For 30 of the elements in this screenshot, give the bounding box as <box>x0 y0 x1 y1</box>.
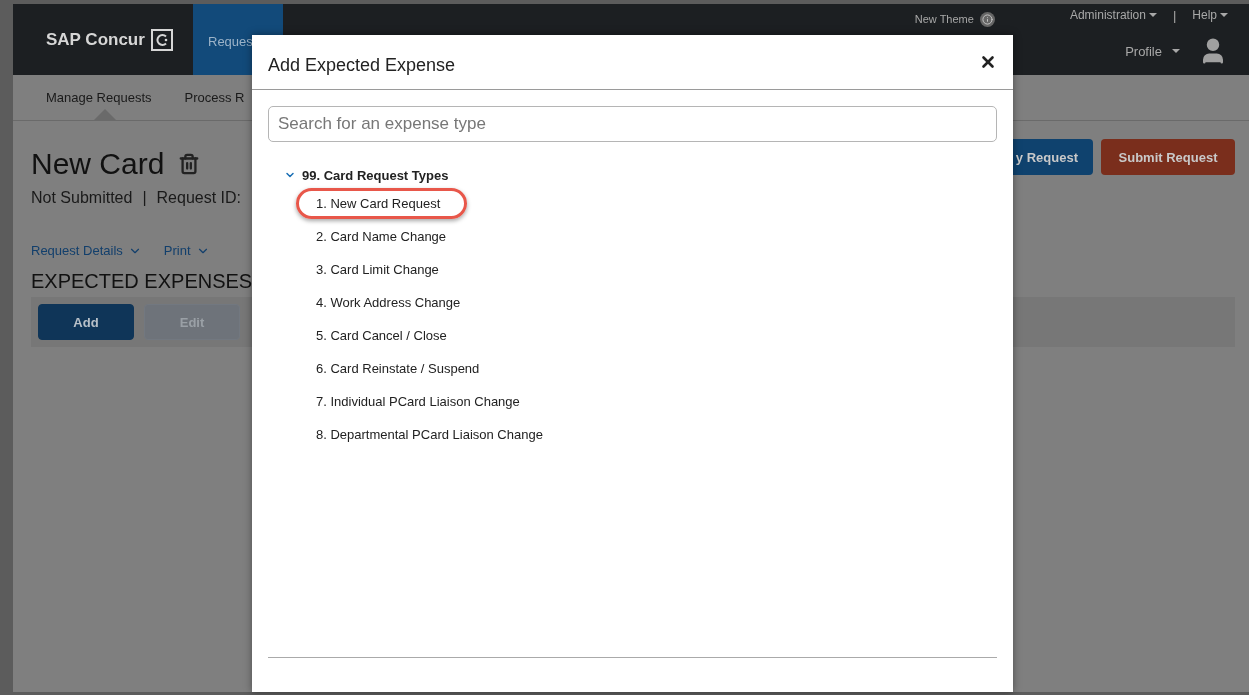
expense-type-item[interactable]: 8. Departmental PCard Liaison Change <box>296 419 570 450</box>
expense-type-item[interactable]: 5. Card Cancel / Close <box>296 320 474 351</box>
info-icon[interactable] <box>979 11 995 27</box>
request-title: New Card <box>31 147 165 181</box>
toolbar-button[interactable]: Add <box>38 304 134 340</box>
trash-icon[interactable] <box>178 153 201 175</box>
expense-type-item[interactable]: 2. Card Name Change <box>296 221 474 252</box>
subnav-tab[interactable]: Process R <box>184 75 245 120</box>
search-field[interactable]: Search for an expense type <box>268 106 997 142</box>
header-menu[interactable]: Administration <box>1069 8 1157 22</box>
expense-type-item[interactable]: 1. New Card Request <box>296 188 468 219</box>
expense-type-item[interactable]: 4. Work Address Change <box>296 287 488 318</box>
action-button[interactable]: y Request <box>1013 139 1093 175</box>
logo-text: SAP Concur <box>46 29 145 50</box>
tree-group-label[interactable]: 99. Card Request Types <box>302 167 449 183</box>
expense-type-item[interactable]: 6. Card Reinstate / Suspend <box>296 353 507 384</box>
logo-icon <box>150 28 173 51</box>
expense-type-item[interactable]: 7. Individual PCard Liaison Change <box>296 386 547 417</box>
header-menu[interactable]: Help <box>1192 8 1228 22</box>
request-id-label: Request ID: <box>156 189 242 207</box>
expense-type-item[interactable]: 3. Card Limit Change <box>296 254 466 285</box>
profile-menu[interactable]: Profile <box>1125 43 1180 59</box>
section-heading: EXPECTED EXPENSES <box>31 270 253 293</box>
theme-link[interactable]: New Theme <box>914 13 974 25</box>
separator: | <box>142 189 147 207</box>
close-icon[interactable] <box>979 53 997 71</box>
action-button[interactable]: Submit Request <box>1101 139 1235 175</box>
separator: | <box>1172 7 1177 23</box>
subnav-tab[interactable]: Manage Requests <box>46 75 152 120</box>
request-status: Not Submitted <box>31 189 133 207</box>
